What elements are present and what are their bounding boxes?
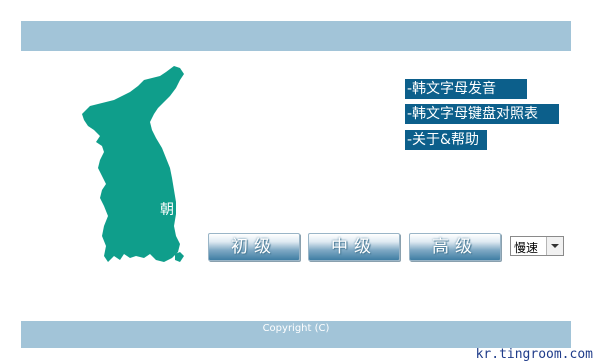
menu-item-keyboard-chart[interactable]: -韩文字母键盘对照表 <box>405 104 559 124</box>
korea-map: 朝 <box>82 66 184 262</box>
chevron-down-icon[interactable] <box>546 237 563 255</box>
map-label: 朝 <box>160 202 174 218</box>
menu-item-pronunciation[interactable]: -韩文字母发音 <box>405 79 527 99</box>
header-bar <box>21 21 571 51</box>
copyright-text: Copyright (C) <box>262 323 330 334</box>
footer-bar: Copyright (C) <box>21 321 571 348</box>
intermediate-button[interactable]: 中级 <box>308 233 400 261</box>
beginner-button[interactable]: 初级 <box>208 233 300 261</box>
site-url: kr.tingroom.com <box>475 347 593 362</box>
korea-map-shape <box>82 66 184 262</box>
advanced-button[interactable]: 高级 <box>409 233 501 261</box>
speed-select-value: 慢速 <box>514 241 539 255</box>
speed-select[interactable]: 慢速 <box>510 236 564 256</box>
korea-island <box>175 252 184 262</box>
menu-item-about-help[interactable]: -关于&帮助 <box>405 130 487 150</box>
